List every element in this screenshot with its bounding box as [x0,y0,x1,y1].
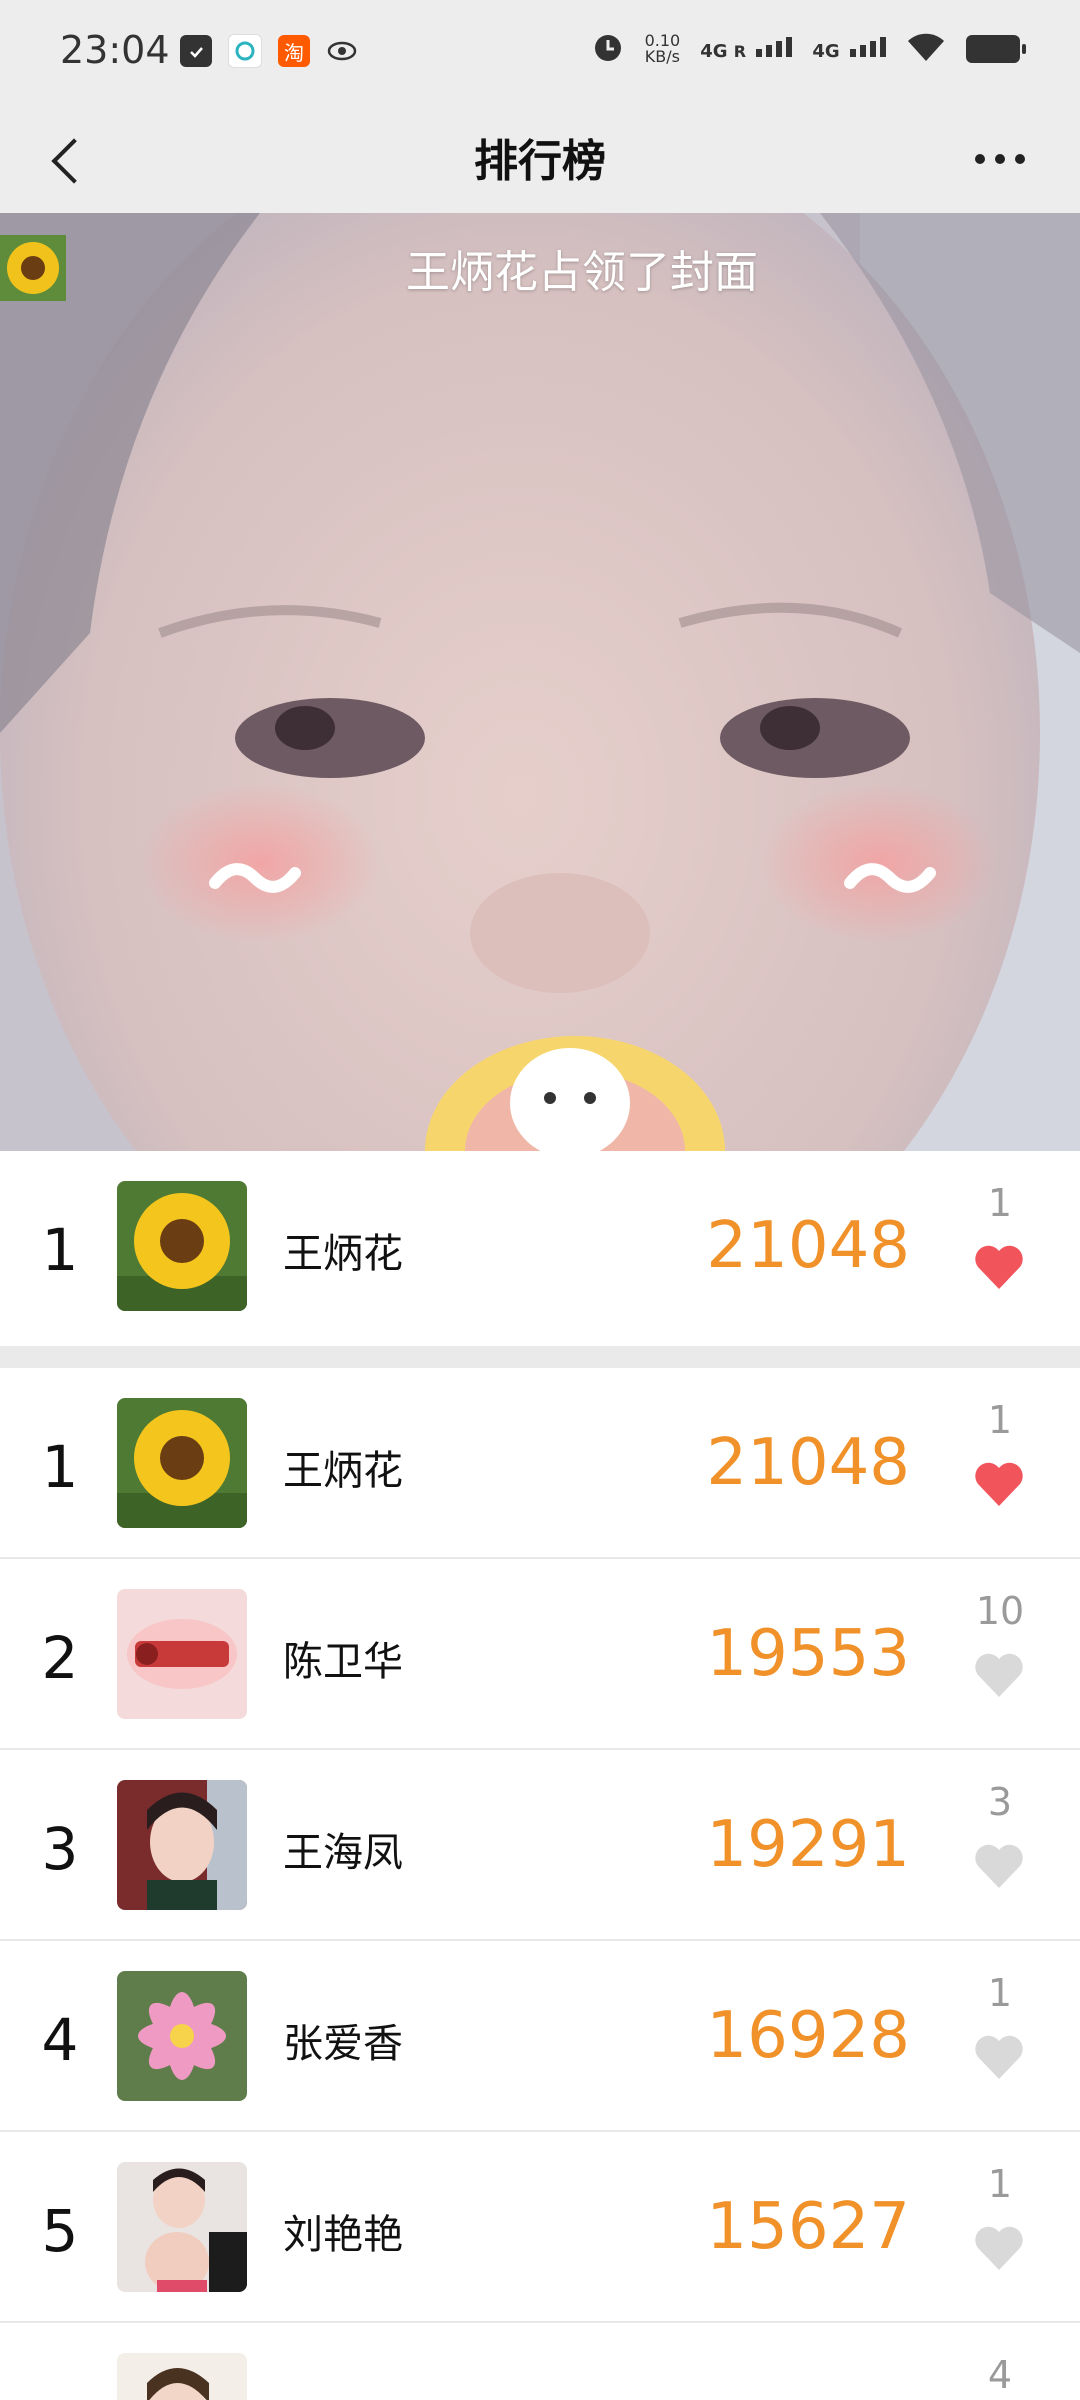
user-name: 陈卫华 [283,1639,403,1685]
user-name: 王炳花 [283,1231,403,1277]
ranking-row[interactable]: 1 王炳花 21048 1 [0,1368,1080,1558]
step-score: 16928 [706,1999,910,2073]
heart-outline-icon[interactable] [973,1842,1025,1890]
step-score: 15627 [706,2190,910,2264]
section-gap [0,1346,1080,1368]
cover-photo-illustration [0,213,1080,1151]
heart-outline-icon[interactable] [973,1651,1025,1699]
status-right: 0.10 KB/s 4G R 4G [591,30,1026,68]
ranking-row-partial[interactable]: 4 [0,2323,1080,2400]
rank-number: 4 [41,2006,79,2074]
avatar [117,2162,247,2292]
like-count: 1 [987,1971,1013,2015]
rank-number: 3 [41,1815,79,1883]
heart-icon[interactable] [973,1460,1025,1508]
cover-image[interactable]: 王炳花占领了封面 [0,213,1080,1151]
avatar [117,1181,247,1311]
ranking-row[interactable]: 3 王海凤 19291 3 [0,1750,1080,1940]
network-speed: 0.10 KB/s [644,31,681,66]
cover-banner: 王炳花占领了封面 [0,235,1080,301]
nav-bar: 排行榜 [0,105,1080,213]
heart-outline-icon[interactable] [973,2224,1025,2272]
signal-icon: 4G R [700,36,793,62]
rank-number: 5 [41,2197,79,2265]
heart-icon[interactable] [973,1243,1025,1291]
step-score: 19553 [706,1617,910,1691]
battery-icon [966,35,1026,63]
user-name: 王海凤 [283,1830,403,1876]
wallet-app-icon [228,34,262,68]
ranking-row[interactable]: 4 张爱香 16928 1 [0,1941,1080,2131]
avatar [117,1971,247,2101]
avatar [117,2353,247,2400]
user-name: 张爱香 [283,2021,403,2067]
cover-owner-avatar [0,235,388,301]
dot-icon [1015,154,1025,164]
avatar [117,1780,247,1910]
user-name: 刘艳艳 [283,2212,403,2258]
like-count: 10 [975,1589,1025,1633]
visibility-icon [326,35,358,67]
rank-number: 1 [41,1433,79,1501]
page-title: 排行榜 [474,136,606,187]
like-count: 1 [987,2162,1013,2206]
ranking-row[interactable]: 5 刘艳艳 15627 1 [0,2132,1080,2322]
like-count: 1 [987,1181,1013,1225]
dot-icon [995,154,1005,164]
rank-number: 1 [41,1216,79,1284]
alarm-icon [591,30,625,68]
step-score: 19291 [706,1808,910,1882]
status-time: 23:04 [60,28,170,72]
taobao-icon: 淘 [278,35,310,67]
ranking-row[interactable]: 2 陈卫华 19553 10 [0,1559,1080,1749]
like-count: 3 [987,1780,1013,1824]
signal-icon-2: 4G [812,36,886,62]
like-count: 4 [987,2353,1013,2397]
clipboard-icon [180,35,212,67]
rank-number: 2 [41,1624,79,1692]
wifi-icon [906,31,946,67]
step-score: 21048 [706,1426,910,1500]
my-rank-row[interactable]: 1 王炳花 21048 1 [0,1151,1080,1346]
status-bar: 23:04 淘 0.10 KB/s 4G R 4G [0,0,1080,105]
avatar [117,1398,247,1528]
step-score: 21048 [706,1209,910,1283]
user-name: 王炳花 [283,1448,403,1494]
heart-outline-icon[interactable] [973,2033,1025,2081]
avatar [117,1589,247,1719]
notification-icons: 淘 [180,34,358,68]
cover-banner-text: 王炳花占领了封面 [406,247,758,298]
more-options-button[interactable] [960,129,1040,189]
like-count: 1 [987,1398,1013,1442]
dot-icon [975,154,985,164]
